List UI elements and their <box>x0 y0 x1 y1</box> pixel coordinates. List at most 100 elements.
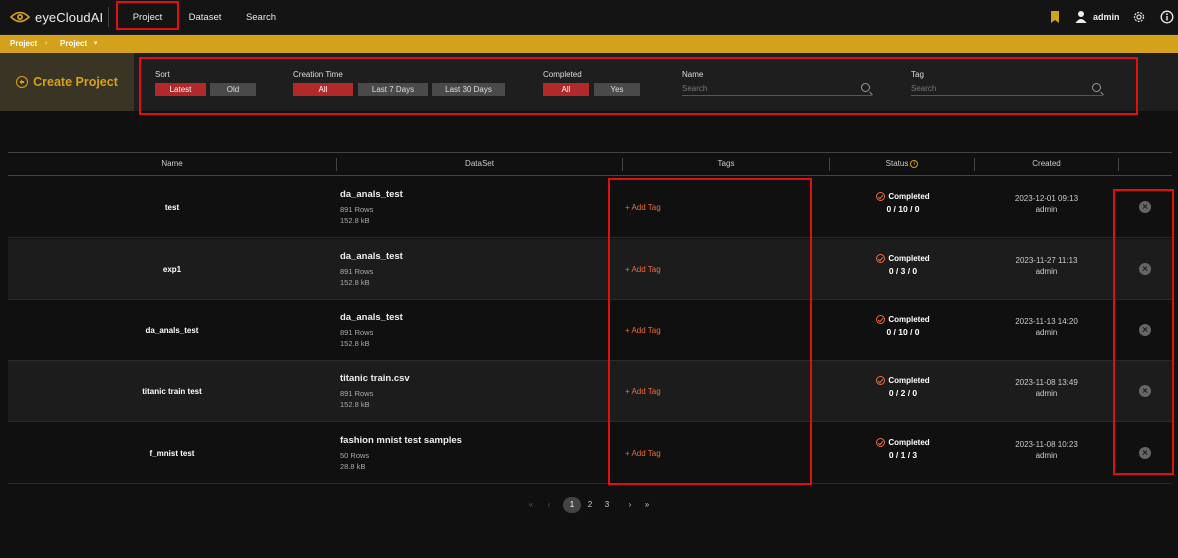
prev-page-button[interactable]: ‹ <box>543 497 555 513</box>
gear-icon[interactable] <box>1132 10 1146 24</box>
dataset-size: 152.8 kB <box>340 278 370 287</box>
dataset-name[interactable]: fashion mnist test samples <box>340 435 462 446</box>
search-icon[interactable] <box>1092 83 1101 92</box>
status-text: Completed <box>888 438 930 447</box>
last-page-button[interactable]: » <box>641 497 653 513</box>
dataset-name[interactable]: da_anals_test <box>340 251 403 262</box>
created-date: 2023-11-13 14:20 <box>1015 317 1078 326</box>
add-tag-link[interactable]: + Add Tag <box>625 300 661 361</box>
creation-time-7days-button[interactable]: Last 7 Days <box>358 83 428 96</box>
status-counts: 0 / 1 / 3 <box>888 450 918 460</box>
header-status[interactable]: Status i <box>830 153 974 175</box>
delete-project-button[interactable] <box>1139 385 1151 397</box>
header-created[interactable]: Created <box>975 153 1118 175</box>
search-icon[interactable] <box>861 83 870 92</box>
delete-project-button[interactable] <box>1139 447 1151 459</box>
tag-search-input[interactable] <box>911 82 1081 95</box>
creation-time-all-button[interactable]: All <box>293 83 353 96</box>
project-name[interactable]: exp1 <box>8 239 336 300</box>
creation-time-30days-button[interactable]: Last 30 Days <box>432 83 505 96</box>
next-page-button[interactable]: › <box>624 497 636 513</box>
nav-project[interactable]: Project <box>116 0 179 35</box>
status-cell: Completed 0 / 1 / 3 <box>848 438 958 460</box>
header-status-label: Status <box>885 159 909 168</box>
created-date: 2023-11-08 10:23 <box>1015 440 1078 449</box>
project-name[interactable]: titanic train test <box>8 361 336 422</box>
sort-latest-button[interactable]: Latest <box>155 83 206 96</box>
table-row[interactable]: f_mnist test fashion mnist test samples … <box>8 423 1172 484</box>
add-tag-link[interactable]: + Add Tag <box>625 361 661 422</box>
dataset-name[interactable]: da_anals_test <box>340 189 403 200</box>
name-search-field <box>682 82 872 96</box>
created-cell: 2023-11-08 10:23 admin <box>988 439 1105 461</box>
name-search-input[interactable] <box>682 82 852 95</box>
status-info-icon[interactable]: i <box>910 159 919 168</box>
project-name[interactable]: da_anals_test <box>8 300 336 361</box>
delete-project-button[interactable] <box>1139 263 1151 275</box>
completed-label: Completed <box>543 70 582 79</box>
first-page-button[interactable]: « <box>525 497 537 513</box>
breadcrumb-item-current[interactable]: Project <box>60 35 87 53</box>
table-row[interactable]: exp1 da_anals_test 891 Rows 152.8 kB + A… <box>8 239 1172 300</box>
app-logo[interactable]: eyeCloudAI <box>9 9 103 25</box>
page-button-3[interactable]: 3 <box>601 497 613 513</box>
status-text: Completed <box>888 315 930 324</box>
nav-dataset[interactable]: Dataset <box>183 0 227 35</box>
created-user: admin <box>1035 389 1058 398</box>
table-row[interactable]: da_anals_test da_anals_test 891 Rows 152… <box>8 300 1172 361</box>
status-text: Completed <box>888 376 930 385</box>
breadcrumb-separator-icon: › <box>45 40 48 47</box>
dataset-rows: 891 Rows <box>340 328 374 337</box>
created-cell: 2023-12-01 09:13 admin <box>988 193 1105 215</box>
nav-divider <box>108 7 109 27</box>
status-cell: Completed 0 / 10 / 0 <box>848 315 958 337</box>
created-date: 2023-11-27 11:13 <box>1015 256 1078 265</box>
nav-search[interactable]: Search <box>241 0 281 35</box>
created-cell: 2023-11-27 11:13 admin <box>988 255 1105 277</box>
check-circle-icon <box>876 438 886 447</box>
breadcrumb-item-root[interactable]: Project <box>10 35 37 53</box>
delete-project-button[interactable] <box>1139 324 1151 336</box>
project-name[interactable]: f_mnist test <box>8 423 336 484</box>
user-name[interactable]: admin <box>1093 0 1120 35</box>
completed-yes-button[interactable]: Yes <box>594 83 640 96</box>
create-project-button[interactable]: Create Project <box>0 53 134 111</box>
delete-project-button[interactable] <box>1139 201 1151 213</box>
page-button-1[interactable]: 1 <box>563 497 581 513</box>
breadcrumb-dropdown-icon[interactable]: ▾ <box>94 35 98 53</box>
sort-old-button[interactable]: Old <box>210 83 256 96</box>
table-row[interactable]: test da_anals_test 891 Rows 152.8 kB + A… <box>8 177 1172 238</box>
bookmark-icon[interactable] <box>1049 10 1063 24</box>
sort-label: Sort <box>155 70 170 79</box>
created-user: admin <box>1035 451 1058 460</box>
dataset-size: 152.8 kB <box>340 339 370 348</box>
created-user: admin <box>1035 267 1058 276</box>
user-icon[interactable] <box>1075 10 1089 24</box>
status-cell: Completed 0 / 2 / 0 <box>848 376 958 398</box>
header-tags[interactable]: Tags <box>623 153 829 175</box>
info-icon[interactable] <box>1160 10 1174 24</box>
add-tag-link[interactable]: + Add Tag <box>625 423 661 484</box>
header-dataset[interactable]: DataSet <box>337 153 622 175</box>
project-name[interactable]: test <box>8 177 336 238</box>
table-row[interactable]: titanic train test titanic train.csv 891… <box>8 361 1172 422</box>
dataset-rows: 891 Rows <box>340 389 374 398</box>
created-date: 2023-12-01 09:13 <box>1014 194 1079 203</box>
created-user: admin <box>1035 328 1058 337</box>
status-counts: 0 / 10 / 0 <box>886 204 920 214</box>
dataset-rows: 50 Rows <box>340 451 370 460</box>
create-project-label: Create Project <box>33 75 118 89</box>
dataset-name[interactable]: titanic train.csv <box>340 373 410 384</box>
created-user: admin <box>1035 205 1058 214</box>
header-name[interactable]: Name <box>8 153 336 175</box>
page-button-2[interactable]: 2 <box>584 497 596 513</box>
add-tag-link[interactable]: + Add Tag <box>625 177 661 238</box>
status-text: Completed <box>888 192 930 201</box>
dataset-name[interactable]: da_anals_test <box>340 312 403 323</box>
status-cell: Completed 0 / 10 / 0 <box>848 192 958 214</box>
check-circle-icon <box>876 315 886 324</box>
created-cell: 2023-11-08 13:49 admin <box>988 377 1105 399</box>
completed-all-button[interactable]: All <box>543 83 589 96</box>
dataset-size: 152.8 kB <box>340 400 370 409</box>
add-tag-link[interactable]: + Add Tag <box>625 239 661 300</box>
